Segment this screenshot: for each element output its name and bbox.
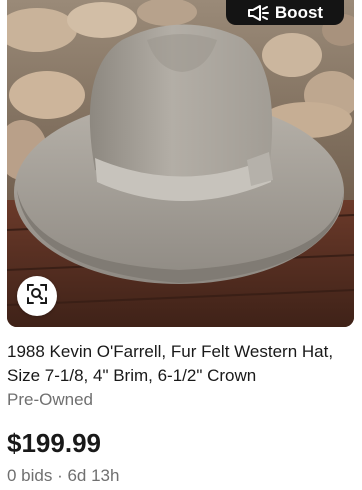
megaphone-icon xyxy=(247,4,269,22)
boost-button[interactable]: Boost xyxy=(226,0,344,25)
listing-card[interactable]: Boost 1988 Kevin O'Farrell, Fur Felt Wes… xyxy=(0,0,362,490)
listing-title[interactable]: 1988 Kevin O'Farrell, Fur Felt Western H… xyxy=(7,340,347,388)
boost-label: Boost xyxy=(274,2,324,22)
visual-search-icon xyxy=(26,283,48,310)
listing-image[interactable] xyxy=(7,0,354,327)
item-condition: Pre-Owned xyxy=(7,390,93,409)
bids-time-left: 0 bids · 6d 13h xyxy=(7,466,120,485)
visual-search-button[interactable] xyxy=(17,276,57,316)
item-price: $199.99 xyxy=(7,428,101,458)
hat-photo xyxy=(7,0,354,327)
